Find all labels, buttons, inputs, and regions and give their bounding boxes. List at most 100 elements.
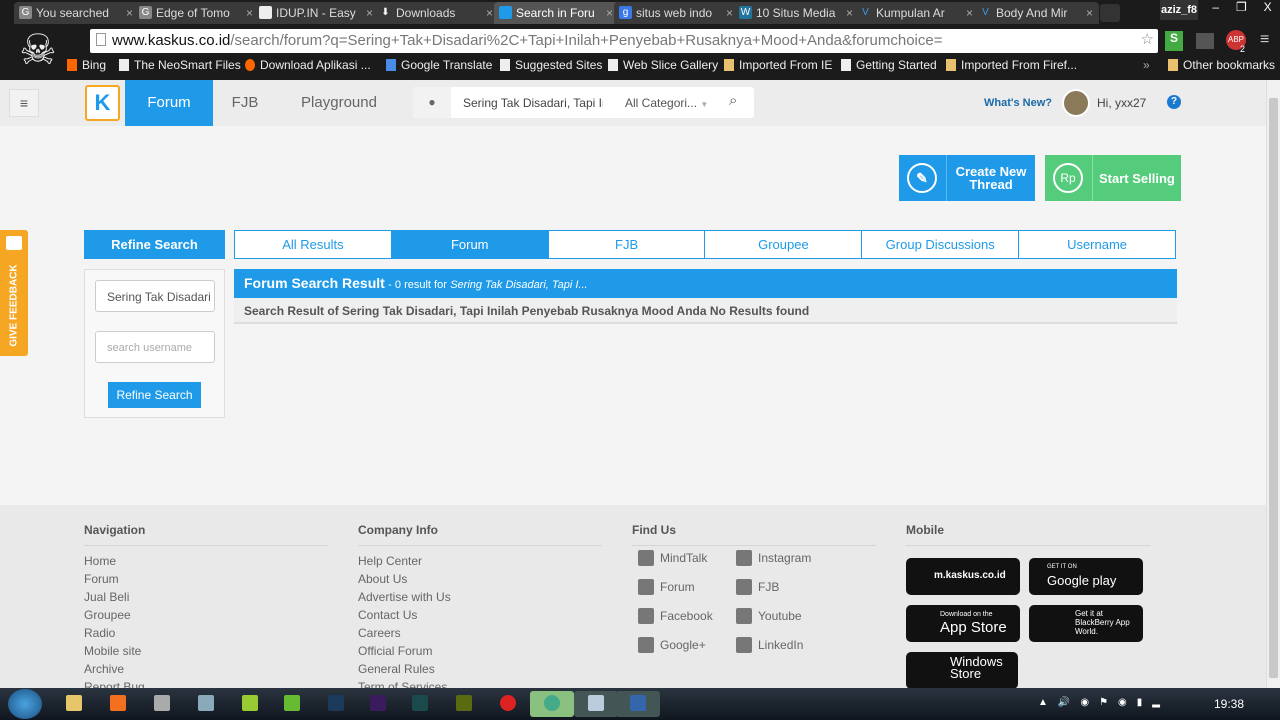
tab-group-discussions[interactable]: Group Discussions [862, 231, 1020, 258]
scrollbar[interactable] [1266, 80, 1280, 688]
browser-tab[interactable]: W 10 Situs Media × [734, 2, 859, 24]
browser-tab[interactable]: V Kumpulan Ar × [854, 2, 979, 24]
clock[interactable]: 19:38 [1214, 697, 1244, 711]
address-bar[interactable]: www.kaskus.co.id/search/forum?q=Sering+T… [90, 29, 1158, 53]
tab-username[interactable]: Username [1019, 231, 1175, 258]
blackberry-badge[interactable]: Get it at BlackBerry App World. [1029, 605, 1143, 642]
footer-link[interactable]: Official Forum [358, 642, 602, 660]
close-icon[interactable]: × [726, 6, 733, 20]
new-tab-button[interactable] [1100, 4, 1120, 22]
username-input[interactable]: search username [95, 331, 215, 363]
footer-link[interactable]: Advertise with Us [358, 588, 602, 606]
facebook-link[interactable]: Facebook [638, 608, 713, 624]
close-icon[interactable]: × [246, 6, 253, 20]
footer-link[interactable]: Archive [84, 660, 328, 678]
search-icon[interactable]: ⌕ [729, 92, 737, 109]
audition-taskbar-icon[interactable] [398, 691, 442, 717]
bookmark[interactable]: The NeoSmart Files [119, 58, 241, 72]
close-window-icon[interactable]: X [1264, 0, 1272, 18]
system-tray-icons[interactable]: ▲🔊◉⚑◉▮▂ [1038, 697, 1170, 708]
keyboard-taskbar-icon[interactable] [616, 691, 660, 717]
nav-playground[interactable]: Playground [290, 80, 388, 126]
app-taskbar-icon[interactable] [228, 691, 272, 717]
app-taskbar-icon[interactable] [184, 691, 228, 717]
whats-new-link[interactable]: What's New? [984, 97, 1052, 109]
refine-search-button[interactable]: Refine Search [108, 382, 201, 408]
avatar[interactable] [1062, 89, 1090, 117]
bookmark[interactable]: Getting Started [841, 58, 937, 72]
tab-groupee[interactable]: Groupee [705, 231, 863, 258]
footer-link[interactable]: Contact Us [358, 606, 602, 624]
flash-taskbar-icon[interactable] [486, 691, 530, 717]
tab-fjb[interactable]: FJB [549, 231, 706, 258]
menu-icon[interactable]: ≡ [1260, 31, 1269, 49]
bookmark[interactable]: Web Slice Gallery [608, 58, 718, 72]
footer-link[interactable]: Forum [84, 570, 328, 588]
close-icon[interactable]: × [366, 6, 373, 20]
create-thread-button[interactable]: ✎ Create New Thread [899, 155, 1035, 201]
footer-link[interactable]: Jual Beli [84, 588, 328, 606]
star-icon[interactable]: ☆ [1141, 30, 1154, 48]
youtube-link[interactable]: Youtube [736, 608, 802, 624]
windows-store-badge[interactable]: Windows Store [906, 652, 1018, 689]
start-button[interactable] [8, 689, 42, 719]
close-icon[interactable]: × [606, 6, 613, 20]
category-select[interactable]: All Categori... ▼ [625, 96, 708, 110]
tab-all-results[interactable]: All Results [235, 231, 392, 258]
more-bookmarks-icon[interactable]: » [1143, 58, 1150, 72]
instagram-link[interactable]: Instagram [736, 550, 811, 566]
search-input[interactable]: Sering Tak Disadari, Tapi In [463, 96, 603, 110]
profile-name[interactable]: aziz_f8 [1160, 0, 1198, 20]
vim-taskbar-icon[interactable] [270, 691, 314, 717]
google-play-badge[interactable]: GET IT ON Google play [1029, 558, 1143, 595]
googleplus-link[interactable]: Google+ [638, 637, 706, 653]
extension-glasses-icon[interactable] [1196, 33, 1214, 49]
minimize-icon[interactable]: – [1212, 0, 1219, 18]
footer-link[interactable]: Mobile site [84, 642, 328, 660]
bookmark-folder[interactable]: Other bookmarks [1168, 58, 1275, 72]
app-store-badge[interactable]: Download on the App Store [906, 605, 1020, 642]
browser-tab[interactable]: G You searched × [14, 2, 139, 24]
close-icon[interactable]: × [1086, 6, 1093, 20]
bookmark[interactable]: Suggested Sites [500, 58, 602, 72]
footer-link[interactable]: General Rules [358, 660, 602, 678]
bookmark[interactable]: Bing [67, 58, 106, 72]
footer-link[interactable]: Groupee [84, 606, 328, 624]
bookmark-folder[interactable]: Imported From Firef... [946, 58, 1077, 72]
hamburger-menu-icon[interactable]: ≡ [9, 89, 39, 117]
mindtalk-link[interactable]: MindTalk [638, 550, 707, 566]
close-icon[interactable]: × [486, 6, 493, 20]
xampp-taskbar-icon[interactable] [96, 691, 140, 717]
footer-link[interactable]: About Us [358, 570, 602, 588]
after-effects-taskbar-icon[interactable] [356, 691, 400, 717]
notepad-taskbar-icon[interactable] [574, 691, 618, 717]
start-selling-button[interactable]: Rp Start Selling [1045, 155, 1181, 201]
browser-tab[interactable]: g situs web indo × [614, 2, 739, 24]
browser-tab[interactable]: IDUP.IN - Easy × [254, 2, 379, 24]
nav-fjb[interactable]: FJB [220, 80, 270, 126]
bookmark[interactable]: Google Translate [386, 58, 492, 72]
refine-query-input[interactable]: Sering Tak Disadari [95, 280, 215, 312]
twitter-fjb-link[interactable]: FJB [736, 579, 779, 595]
help-icon[interactable]: ? [1167, 95, 1181, 109]
give-feedback-tab[interactable]: GIVE FEEDBACK [0, 230, 28, 356]
twitter-forum-link[interactable]: Forum [638, 579, 695, 595]
explorer-taskbar-icon[interactable] [52, 691, 96, 717]
browser-tab[interactable]: G Edge of Tomo × [134, 2, 259, 24]
footer-link[interactable]: Careers [358, 624, 602, 642]
app-taskbar-icon[interactable] [140, 691, 184, 717]
tab-forum[interactable]: Forum [391, 231, 549, 258]
linkedin-link[interactable]: LinkedIn [736, 637, 803, 653]
browser-tab-active[interactable]: Search in Foru × [494, 2, 619, 24]
footer-link[interactable]: Radio [84, 624, 328, 642]
footer-link[interactable]: Help Center [358, 552, 602, 570]
bookmark[interactable]: Download Aplikasi ... [245, 58, 371, 72]
restore-icon[interactable]: ❐ [1236, 0, 1247, 18]
browser-tab[interactable]: V Body And Mir × [974, 2, 1099, 24]
mobile-site-badge[interactable]: m.kaskus.co.id [906, 558, 1020, 595]
bookmark-folder[interactable]: Imported From IE [724, 58, 832, 72]
nav-forum[interactable]: Forum [125, 80, 213, 126]
kaskus-logo[interactable]: K [85, 85, 120, 121]
chrome-taskbar-icon[interactable] [530, 691, 574, 717]
close-icon[interactable]: × [966, 6, 973, 20]
